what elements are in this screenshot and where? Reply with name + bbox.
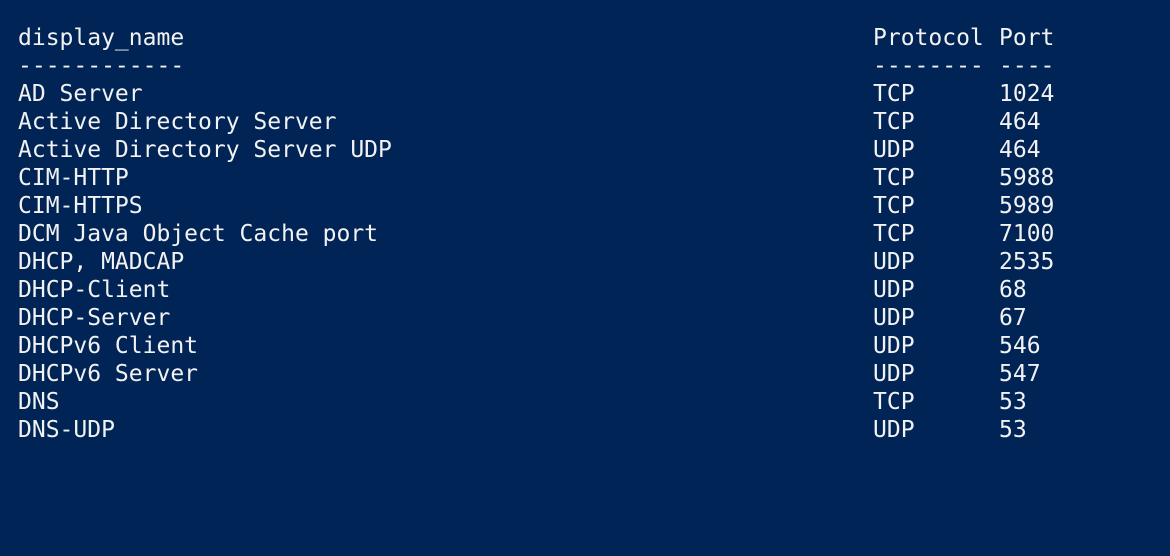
table-row: DHCPv6 Server UDP 547 <box>18 360 1170 388</box>
table-row: CIM-HTTPS TCP 5989 <box>18 192 1170 220</box>
row-protocol: UDP <box>873 417 915 443</box>
table-row: DNS-UDP UDP 53 <box>18 416 1170 444</box>
separator-port: ---- <box>999 53 1055 79</box>
row-display-name: CIM-HTTP <box>18 165 129 191</box>
table-row: DHCP-Client UDP 68 <box>18 276 1170 304</box>
row-protocol: UDP <box>873 277 915 303</box>
row-protocol: TCP <box>873 109 915 135</box>
table-row: DCM Java Object Cache port TCP 7100 <box>18 220 1170 248</box>
row-port: 5989 <box>999 193 1055 219</box>
row-display-name: DHCP, MADCAP <box>18 249 185 275</box>
terminal-window[interactable]: display_name Protocol Port ------------ … <box>0 0 1170 444</box>
row-port: 5988 <box>999 165 1055 191</box>
row-display-name: Active Directory Server <box>18 109 337 135</box>
row-protocol: UDP <box>873 333 915 359</box>
table-row: DHCP-Server UDP 67 <box>18 304 1170 332</box>
row-protocol: UDP <box>873 137 915 163</box>
row-port: 547 <box>999 361 1041 387</box>
header-protocol: Protocol <box>873 25 984 51</box>
row-port: 1024 <box>999 81 1055 107</box>
separator-protocol: -------- <box>873 53 984 79</box>
header-display-name: display_name <box>18 25 185 51</box>
row-protocol: UDP <box>873 361 915 387</box>
row-port: 67 <box>999 305 1027 331</box>
table-row: DNS TCP 53 <box>18 388 1170 416</box>
row-port: 464 <box>999 137 1041 163</box>
row-display-name: Active Directory Server UDP <box>18 137 392 163</box>
row-port: 546 <box>999 333 1041 359</box>
row-port: 464 <box>999 109 1041 135</box>
header-port: Port <box>999 25 1055 51</box>
row-protocol: TCP <box>873 165 915 191</box>
row-display-name: AD Server <box>18 81 143 107</box>
table-row: Active Directory Server UDP UDP 464 <box>18 136 1170 164</box>
row-protocol: UDP <box>873 305 915 331</box>
row-port: 53 <box>999 389 1027 415</box>
row-protocol: TCP <box>873 221 915 247</box>
table-row: Active Directory Server TCP 464 <box>18 108 1170 136</box>
separator-display-name: ------------ <box>18 53 185 79</box>
row-port: 53 <box>999 417 1027 443</box>
row-port: 68 <box>999 277 1027 303</box>
row-port: 7100 <box>999 221 1055 247</box>
row-display-name: DHCPv6 Server <box>18 361 199 387</box>
row-protocol: TCP <box>873 81 915 107</box>
row-display-name: DCM Java Object Cache port <box>18 221 379 247</box>
row-display-name: CIM-HTTPS <box>18 193 143 219</box>
table-row: AD Server TCP 1024 <box>18 80 1170 108</box>
row-display-name: DNS <box>18 389 60 415</box>
table-separator-row: ------------ -------- ---- <box>18 52 1170 80</box>
row-display-name: DHCP-Server <box>18 305 171 331</box>
table-row: DHCP, MADCAP UDP 2535 <box>18 248 1170 276</box>
row-display-name: DHCP-Client <box>18 277 171 303</box>
table-row: CIM-HTTP TCP 5988 <box>18 164 1170 192</box>
row-protocol: TCP <box>873 193 915 219</box>
row-protocol: TCP <box>873 389 915 415</box>
row-display-name: DNS-UDP <box>18 417 115 443</box>
table-header-row: display_name Protocol Port <box>18 24 1170 52</box>
row-port: 2535 <box>999 249 1055 275</box>
row-protocol: UDP <box>873 249 915 275</box>
table-row: DHCPv6 Client UDP 546 <box>18 332 1170 360</box>
row-display-name: DHCPv6 Client <box>18 333 199 359</box>
